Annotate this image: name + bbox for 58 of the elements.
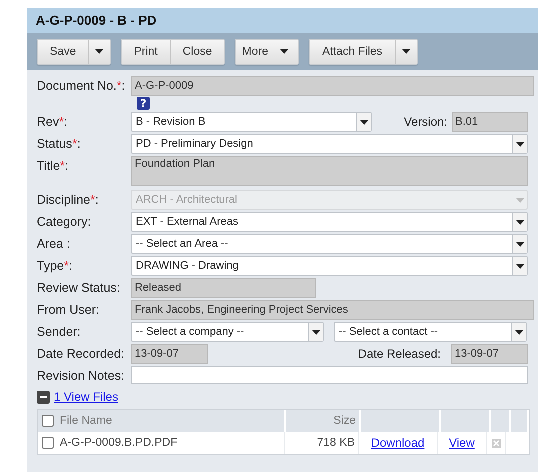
field-label: Status*: [37, 136, 82, 153]
dropdown[interactable]: EXT - External Areas [131, 212, 528, 232]
field-label: Rev*: [37, 114, 69, 131]
field-label: Date Recorded: [37, 346, 126, 363]
menu-button[interactable]: More [236, 40, 298, 64]
dropdown[interactable]: -- Select an Area -- [131, 234, 528, 254]
caret-icon [280, 49, 290, 54]
caret-icon [516, 264, 524, 268]
field-label: Category: [37, 214, 92, 231]
checkbox[interactable] [42, 415, 54, 427]
readonly-field: Frank Jacobs, Engineering Project Services [131, 300, 534, 320]
file-name: A-G-P-0009.B.PD.PDF [60, 437, 178, 449]
field-label: Discipline*: [37, 192, 100, 209]
caret-icon [402, 49, 411, 54]
readonly-field: 13-09-07 [451, 344, 528, 364]
caret-icon [95, 49, 104, 54]
download-link[interactable]: Download [371, 436, 425, 450]
caret-icon [516, 198, 524, 202]
file-size: 718 KB [317, 437, 355, 449]
caret-icon [360, 120, 369, 124]
dropdown-button[interactable] [88, 40, 110, 64]
caret-icon [312, 330, 320, 334]
caret-icon [516, 242, 524, 246]
readonly-field: 13-09-07 [131, 344, 208, 364]
help-icon[interactable]: ? [137, 97, 150, 110]
view-files-link[interactable]: 1 View Files [54, 390, 118, 404]
window-title: A-G-P-0009 - B - PD [36, 13, 157, 28]
readonly-field: Released [131, 278, 316, 298]
readonly-field: B.01 [452, 112, 528, 132]
dropdown[interactable]: B - Revision B [131, 112, 372, 132]
field-label: Sender: [37, 324, 82, 341]
toolbar-button[interactable]: Save [38, 40, 88, 64]
dropdown[interactable]: -- Select a contact -- [334, 322, 527, 342]
field-label: From User: [37, 302, 100, 319]
dropdown[interactable]: -- Select a company -- [131, 322, 324, 342]
view-link[interactable]: View [449, 436, 475, 450]
field-label: Area : [37, 236, 72, 253]
toolbar-button[interactable]: Attach Files [310, 40, 395, 64]
readonly-field: A-G-P-0009 [131, 76, 534, 96]
dropdown-button[interactable] [394, 40, 417, 64]
field-label: Revision Notes: [37, 368, 126, 385]
field-label: Date Released: [358, 347, 441, 361]
readonly-field: Foundation Plan [131, 156, 528, 186]
dropdown[interactable]: PD - Preliminary Design [131, 134, 528, 154]
caret-icon [516, 220, 524, 224]
field-label: Document No.*: [37, 78, 126, 95]
field-label: Review Status: [37, 280, 122, 297]
collapse-icon[interactable] [37, 390, 50, 404]
field-label: Type*: [37, 258, 74, 275]
input-field[interactable] [131, 366, 528, 384]
field-label: Version: [404, 115, 448, 129]
caret-icon [516, 142, 524, 146]
field-label: Title*: [37, 158, 70, 175]
toolbar-button[interactable]: Close [170, 40, 224, 64]
caret-icon [514, 330, 524, 334]
dropdown[interactable]: DRAWING - Drawing [131, 256, 528, 276]
toolbar-button[interactable]: Print [122, 40, 170, 64]
checkbox[interactable] [42, 437, 54, 449]
